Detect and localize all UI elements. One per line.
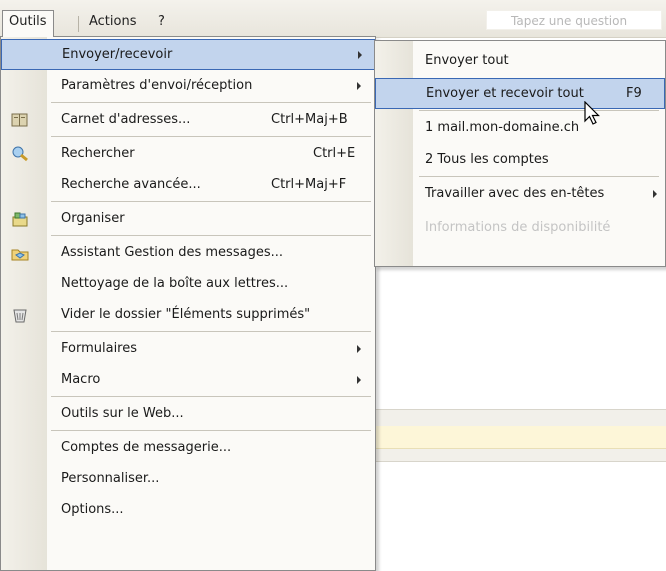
- menu-item-shortcut: Ctrl+Maj+B: [271, 112, 348, 127]
- menu-item-nettoyage[interactable]: Nettoyage de la boîte aux lettres...: [1, 268, 375, 299]
- menu-item-comptes-messagerie[interactable]: Comptes de messagerie...: [1, 432, 375, 463]
- menu-item-label: Nettoyage de la boîte aux lettres...: [61, 276, 289, 291]
- menu-item-recherche-avancee[interactable]: Recherche avancée... Ctrl+Maj+F: [1, 169, 375, 200]
- submenu-item-mail-domaine[interactable]: 1 mail.mon-domaine.ch: [375, 112, 665, 143]
- menu-item-organiser[interactable]: Organiser: [1, 203, 375, 234]
- send-receive-submenu: Envoyer tout Envoyer et recevoir tout F9…: [374, 40, 666, 267]
- menu-item-label: Recherche avancée...: [61, 177, 201, 192]
- menu-item-shortcut: Ctrl+Maj+F: [271, 177, 347, 192]
- menu-item-label: Comptes de messagerie...: [61, 440, 232, 455]
- menu-separator: [51, 235, 371, 236]
- menu-separator: [419, 176, 659, 177]
- menu-help-label: ?: [158, 14, 165, 29]
- menu-item-label: Formulaires: [61, 341, 138, 356]
- menu-outils-label: Outils: [9, 14, 47, 29]
- empty-deleted-icon: [11, 305, 29, 323]
- menu-item-label: Vider le dossier "Éléments supprimés": [61, 307, 311, 322]
- mouse-cursor-icon: [584, 100, 602, 127]
- menu-help[interactable]: ?: [152, 11, 171, 33]
- menu-item-carnet-adresses[interactable]: Carnet d'adresses... Ctrl+Maj+B: [1, 104, 375, 135]
- menu-item-label: 1 mail.mon-domaine.ch: [425, 120, 580, 135]
- menu-item-personnaliser[interactable]: Personnaliser...: [1, 463, 375, 494]
- menu-item-options[interactable]: Options...: [1, 494, 375, 525]
- menu-item-shortcut: Ctrl+E: [313, 146, 356, 161]
- menu-item-label: Rechercher: [61, 146, 135, 161]
- menu-separator: [51, 201, 371, 202]
- menu-item-vider-supprimes[interactable]: Vider le dossier "Éléments supprimés": [1, 299, 375, 330]
- menu-actions[interactable]: Actions: [83, 11, 143, 33]
- submenu-item-envoyer-recevoir-tout[interactable]: Envoyer et recevoir tout F9: [375, 78, 665, 109]
- menu-item-shortcut: F9: [626, 86, 642, 101]
- rules-wizard-icon: [11, 243, 29, 261]
- menu-item-label: 2 Tous les comptes: [425, 152, 549, 167]
- menu-item-label: Organiser: [61, 211, 125, 226]
- ask-question-box[interactable]: Tapez une question: [486, 10, 662, 30]
- menu-separator: [51, 331, 371, 332]
- menu-item-label: Envoyer tout: [425, 53, 509, 68]
- menu-item-assistant-gestion[interactable]: Assistant Gestion des messages...: [1, 237, 375, 268]
- submenu-item-disponibilite: Informations de disponibilité: [375, 212, 665, 243]
- menu-item-rechercher[interactable]: Rechercher Ctrl+E: [1, 138, 375, 169]
- menu-item-label: Envoyer/recevoir: [62, 47, 173, 62]
- menu-item-label: Personnaliser...: [61, 471, 160, 486]
- menu-item-formulaires[interactable]: Formulaires: [1, 333, 375, 364]
- menu-item-label: Envoyer et recevoir tout: [426, 86, 584, 101]
- submenu-item-tous-comptes[interactable]: 2 Tous les comptes: [375, 144, 665, 175]
- menu-item-label: Travailler avec des en-têtes: [425, 186, 605, 201]
- menu-separator: [51, 430, 371, 431]
- tools-menu: Envoyer/recevoir Paramètres d'envoi/réce…: [0, 36, 376, 571]
- menu-item-label: Outils sur le Web...: [61, 406, 184, 421]
- menu-outils[interactable]: Outils: [2, 10, 54, 37]
- menu-item-label: Macro: [61, 372, 101, 387]
- background-info-bar: [376, 426, 666, 449]
- submenu-item-envoyer-tout[interactable]: Envoyer tout: [375, 45, 665, 76]
- ask-question-placeholder: Tapez une question: [511, 14, 628, 28]
- menu-item-outils-web[interactable]: Outils sur le Web...: [1, 398, 375, 429]
- menu-bar: Outils Actions ? Tapez une question: [0, 0, 666, 38]
- submenu-item-en-tetes[interactable]: Travailler avec des en-têtes: [375, 178, 665, 209]
- menu-item-label: Carnet d'adresses...: [61, 112, 191, 127]
- menu-separator: [51, 136, 371, 137]
- menu-item-label: Paramètres d'envoi/réception: [61, 78, 253, 93]
- background-toolbar: [376, 409, 666, 426]
- menu-separator: [419, 110, 659, 111]
- menu-item-macro[interactable]: Macro: [1, 364, 375, 395]
- menu-item-parametres-envoi[interactable]: Paramètres d'envoi/réception: [1, 70, 375, 101]
- menubar-separator: [78, 16, 79, 32]
- search-icon: [11, 144, 29, 162]
- background-divider: [376, 449, 666, 462]
- organize-icon: [11, 209, 29, 227]
- menu-item-label: Options...: [61, 502, 124, 517]
- menu-separator: [51, 102, 371, 103]
- address-book-icon: [11, 110, 29, 128]
- menu-item-label: Assistant Gestion des messages...: [61, 245, 283, 260]
- menu-actions-label: Actions: [89, 14, 137, 29]
- menu-item-label: Informations de disponibilité: [425, 220, 611, 235]
- menu-separator: [51, 396, 371, 397]
- menu-item-envoyer-recevoir[interactable]: Envoyer/recevoir: [1, 39, 375, 70]
